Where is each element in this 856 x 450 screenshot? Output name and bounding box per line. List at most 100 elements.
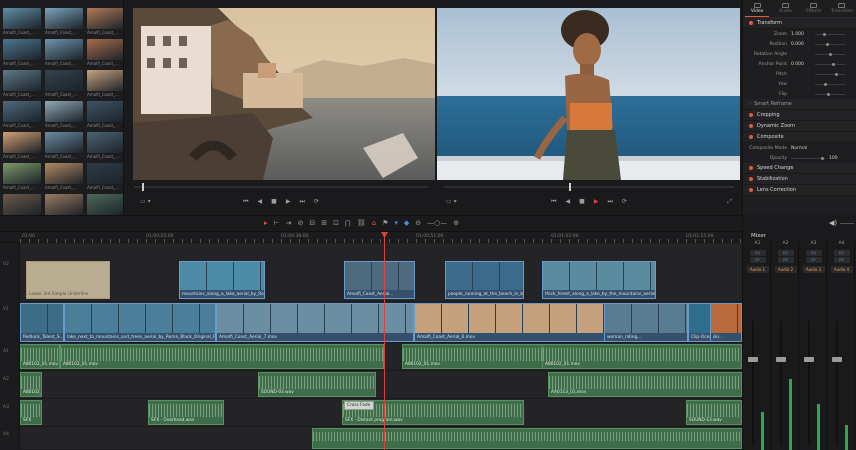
chevron-right-icon[interactable]: › bbox=[749, 101, 751, 107]
audio-clip[interactable]: A80102_01.mov bbox=[20, 372, 42, 397]
clip-thumbnail[interactable] bbox=[87, 194, 123, 215]
jump-end-icon[interactable]: ⏭ bbox=[607, 198, 612, 206]
source-viewer[interactable] bbox=[133, 8, 435, 180]
timeline-scrub-head[interactable] bbox=[569, 183, 571, 191]
video-clip[interactable]: Redlock_Talent_S... bbox=[20, 303, 64, 342]
cross-fade-transition[interactable]: Cross Fade bbox=[344, 401, 374, 410]
reverse-icon[interactable]: ◀ bbox=[566, 198, 571, 206]
video-clip[interactable]: woman_riding... bbox=[604, 303, 688, 342]
inspector-section-lens-correction[interactable]: Lens Correction bbox=[743, 185, 856, 196]
clip-thumbnail[interactable] bbox=[45, 101, 83, 122]
property-slider[interactable] bbox=[815, 42, 845, 46]
clip-thumbnail[interactable] bbox=[3, 163, 41, 184]
fullscreen-icon[interactable]: ⤢ bbox=[727, 198, 732, 206]
audio-clip[interactable]: A80102_01.mov bbox=[402, 344, 546, 369]
clip-thumbnail[interactable] bbox=[87, 132, 123, 153]
fader-track[interactable] bbox=[776, 321, 786, 446]
audio-clip[interactable]: SOUND-03.wav bbox=[258, 372, 376, 397]
clip-thumbnail[interactable] bbox=[3, 70, 41, 91]
dynamics-button[interactable]: DY bbox=[805, 257, 822, 263]
eq-button[interactable]: EQ bbox=[805, 250, 822, 256]
volume-slider[interactable] bbox=[840, 223, 854, 224]
opacity-slider[interactable] bbox=[791, 156, 825, 160]
source-scrubber[interactable] bbox=[134, 183, 428, 191]
property-slider[interactable] bbox=[815, 62, 845, 66]
audio-clip[interactable]: A80102_01.mov bbox=[20, 344, 60, 369]
media-pool-clip[interactable]: Amalfi_Coast_... bbox=[87, 101, 123, 129]
opacity-value[interactable]: 100 bbox=[825, 156, 849, 161]
property-slider[interactable] bbox=[815, 72, 845, 76]
media-pool-clip[interactable]: Amalfi_Coast_... bbox=[87, 70, 123, 98]
video-clip[interactable]: lake_next_to_mountains_and_trees_aerial_… bbox=[64, 303, 216, 342]
eq-button[interactable]: EQ bbox=[749, 250, 766, 256]
slider-knob[interactable] bbox=[824, 82, 827, 86]
section-enable-dot[interactable] bbox=[749, 21, 753, 25]
media-pool-clip[interactable]: Amalfi_Coast_... bbox=[45, 132, 83, 160]
zoom-in-icon[interactable]: ⊕ bbox=[453, 219, 459, 227]
clip-thumbnail[interactable] bbox=[87, 163, 123, 184]
slider-knob[interactable] bbox=[823, 32, 826, 36]
section-enable-dot[interactable] bbox=[749, 113, 753, 117]
composite-mode-select[interactable]: Normal bbox=[791, 146, 815, 151]
clip-thumbnail[interactable] bbox=[87, 39, 123, 60]
property-slider[interactable] bbox=[815, 92, 845, 96]
clip-thumbnail[interactable] bbox=[45, 163, 83, 184]
source-scrub-head[interactable] bbox=[142, 183, 144, 191]
audio-clip[interactable]: AA0113_01.mov bbox=[548, 372, 742, 397]
replace-clip-icon[interactable]: ⊡ bbox=[333, 219, 339, 227]
flag-color-icon[interactable]: ▾ bbox=[394, 219, 398, 227]
fader-track[interactable] bbox=[832, 321, 842, 446]
clip-thumbnail[interactable] bbox=[87, 70, 123, 91]
section-enable-dot[interactable] bbox=[749, 135, 753, 139]
clip-thumbnail[interactable] bbox=[45, 8, 83, 29]
clip-thumbnail[interactable] bbox=[45, 194, 83, 215]
fader-cap[interactable] bbox=[804, 357, 814, 362]
dynamic-trim-icon[interactable]: ⇥ bbox=[286, 219, 292, 227]
slider-knob[interactable] bbox=[826, 42, 829, 46]
media-pool-clip[interactable]: Amalfi_Coast_... bbox=[45, 101, 83, 129]
fader-track[interactable] bbox=[748, 321, 758, 446]
clip-thumbnail[interactable] bbox=[3, 194, 41, 215]
clip-thumbnail[interactable] bbox=[87, 101, 123, 122]
audio-clip[interactable]: SOUND-13.wav bbox=[686, 400, 742, 425]
section-enable-dot[interactable] bbox=[749, 124, 753, 128]
clip-thumbnail[interactable] bbox=[87, 8, 123, 29]
loop-icon[interactable]: ⟳ bbox=[314, 198, 319, 206]
media-pool-clip[interactable]: Amalfi_Coast_... bbox=[45, 70, 83, 98]
audio-clip[interactable]: SFX bbox=[20, 400, 42, 425]
video-clip[interactable]: thick_forest_along_a_lake_by_the_mountai… bbox=[542, 261, 656, 299]
title-clip[interactable]: Lower 3rd Simple Underline bbox=[26, 261, 110, 299]
eq-button[interactable]: EQ bbox=[833, 250, 850, 256]
media-pool-clip[interactable]: Amalfi_Coast_... bbox=[3, 39, 41, 67]
media-pool-clip[interactable]: Amalfi_Coast_... bbox=[87, 8, 123, 36]
fader-track[interactable] bbox=[804, 321, 814, 446]
timeline-scrubber[interactable] bbox=[444, 183, 734, 191]
slider-knob[interactable] bbox=[835, 72, 838, 76]
zoom-out-icon[interactable]: ⊖ bbox=[415, 219, 421, 227]
media-pool-clip[interactable]: Redlock_Land... bbox=[87, 194, 123, 215]
media-pool-clip[interactable]: Amalfi_Coast_... bbox=[45, 163, 83, 191]
clip-thumbnail[interactable] bbox=[45, 39, 83, 60]
timeline-ruler[interactable]: 01:00 01:00:25:00 01:00:38:00 01:00:51:00 01… bbox=[0, 232, 742, 244]
media-pool-clip[interactable]: Amalfi_Coast_... bbox=[3, 8, 41, 36]
eq-button[interactable]: EQ bbox=[777, 250, 794, 256]
marker-icon[interactable]: ◆ bbox=[404, 219, 409, 227]
snapping-icon[interactable]: ⋂ bbox=[345, 219, 351, 227]
inspector-section-cropping[interactable]: Cropping bbox=[743, 110, 856, 121]
fader-cap[interactable] bbox=[832, 357, 842, 362]
timeline-viewer[interactable] bbox=[437, 8, 740, 180]
linked-selection-icon[interactable]: ⛓ bbox=[357, 219, 366, 227]
selection-tool-icon[interactable]: ▸ bbox=[264, 219, 268, 227]
clip-thumbnail[interactable] bbox=[45, 70, 83, 91]
slider-knob[interactable] bbox=[829, 52, 832, 56]
play-icon[interactable]: ▶ bbox=[594, 198, 599, 206]
media-pool-clip[interactable]: Amalfi_Coast_... bbox=[87, 132, 123, 160]
media-pool-clip[interactable]: Amalfi_Coast_... bbox=[3, 101, 41, 129]
inspector-section-smart-reframe[interactable]: › Smart Reframe bbox=[743, 99, 856, 110]
transform-section-header[interactable]: Transform bbox=[743, 18, 856, 29]
audio-clip[interactable] bbox=[312, 428, 742, 449]
stop-icon[interactable]: ■ bbox=[271, 198, 277, 206]
section-enable-dot[interactable] bbox=[749, 188, 753, 192]
property-value[interactable]: 0.000 bbox=[791, 42, 815, 47]
clip-thumbnail[interactable] bbox=[3, 101, 41, 122]
